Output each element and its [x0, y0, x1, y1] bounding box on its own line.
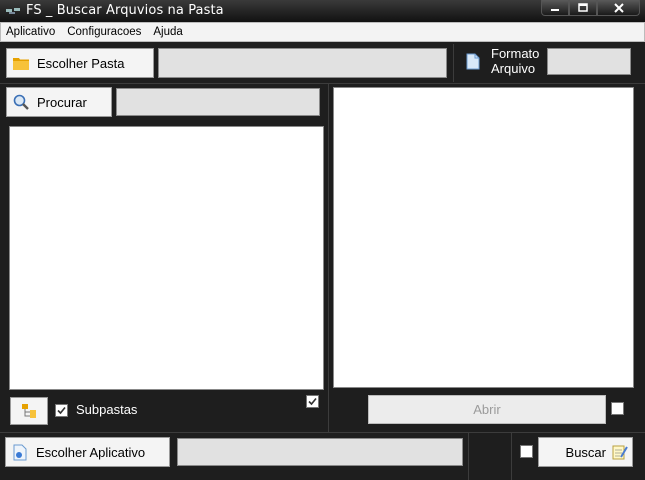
subfolders-checkbox[interactable] — [55, 404, 68, 417]
maximize-icon — [578, 3, 588, 12]
magnifier-icon — [13, 94, 29, 110]
window-title: FS _ Buscar Arquvios na Pasta — [26, 3, 224, 18]
panel-divider — [328, 84, 329, 432]
minimize-button[interactable] — [541, 0, 569, 16]
search-checkbox[interactable] — [520, 445, 533, 458]
folder-path-field[interactable] — [158, 48, 447, 78]
close-icon — [613, 2, 624, 13]
run-search-button[interactable]: Buscar — [538, 437, 633, 467]
app-path-field[interactable] — [177, 438, 463, 466]
open-checkbox[interactable] — [611, 402, 624, 415]
menu-configuracoes[interactable]: Configuracoes — [67, 26, 141, 38]
format-label-line1: Formato — [491, 46, 540, 61]
title-bar: FS _ Buscar Arquvios na Pasta — [0, 0, 645, 22]
checkmark-icon — [57, 406, 66, 415]
notepad-icon — [612, 444, 628, 460]
choose-folder-label: Escolher Pasta — [37, 55, 125, 71]
search-label: Procurar — [37, 94, 87, 110]
minimize-icon — [551, 8, 559, 11]
checkmark-icon — [308, 397, 317, 406]
run-search-label: Buscar — [565, 444, 606, 460]
search-field[interactable] — [116, 88, 320, 116]
menu-bar: Aplicativo Configuracoes Ajuda — [0, 22, 645, 42]
maximize-button[interactable] — [569, 0, 597, 16]
menu-aplicativo[interactable]: Aplicativo — [6, 26, 55, 38]
tree-button[interactable] — [10, 397, 48, 425]
search-button[interactable]: Procurar — [6, 87, 112, 117]
format-field[interactable] — [547, 48, 631, 75]
open-button[interactable]: Abrir — [368, 395, 606, 424]
app-icon — [6, 8, 20, 14]
choose-folder-button[interactable]: Escolher Pasta — [6, 48, 154, 78]
folder-tree-icon — [22, 404, 36, 418]
bottom-divider-1 — [468, 433, 469, 480]
subfolders-label: Subpastas — [76, 402, 138, 417]
row-divider-bottom — [0, 432, 645, 433]
choose-app-label: Escolher Aplicativo — [36, 444, 146, 460]
format-label: Formato Arquivo — [491, 46, 539, 76]
file-format-icon — [466, 53, 480, 70]
choose-app-button[interactable]: Escolher Aplicativo — [5, 437, 170, 467]
bottom-divider-2 — [511, 433, 512, 480]
format-label-line2: Arquivo — [491, 61, 536, 76]
application-icon — [12, 444, 28, 460]
extra-checkbox[interactable] — [306, 395, 319, 408]
results-list[interactable] — [333, 87, 634, 388]
folder-list[interactable] — [9, 126, 324, 390]
toolbar-divider — [453, 44, 454, 82]
folder-icon — [13, 55, 29, 71]
row-divider-top — [0, 83, 645, 84]
menu-ajuda[interactable]: Ajuda — [153, 26, 182, 38]
close-button[interactable] — [597, 0, 640, 16]
